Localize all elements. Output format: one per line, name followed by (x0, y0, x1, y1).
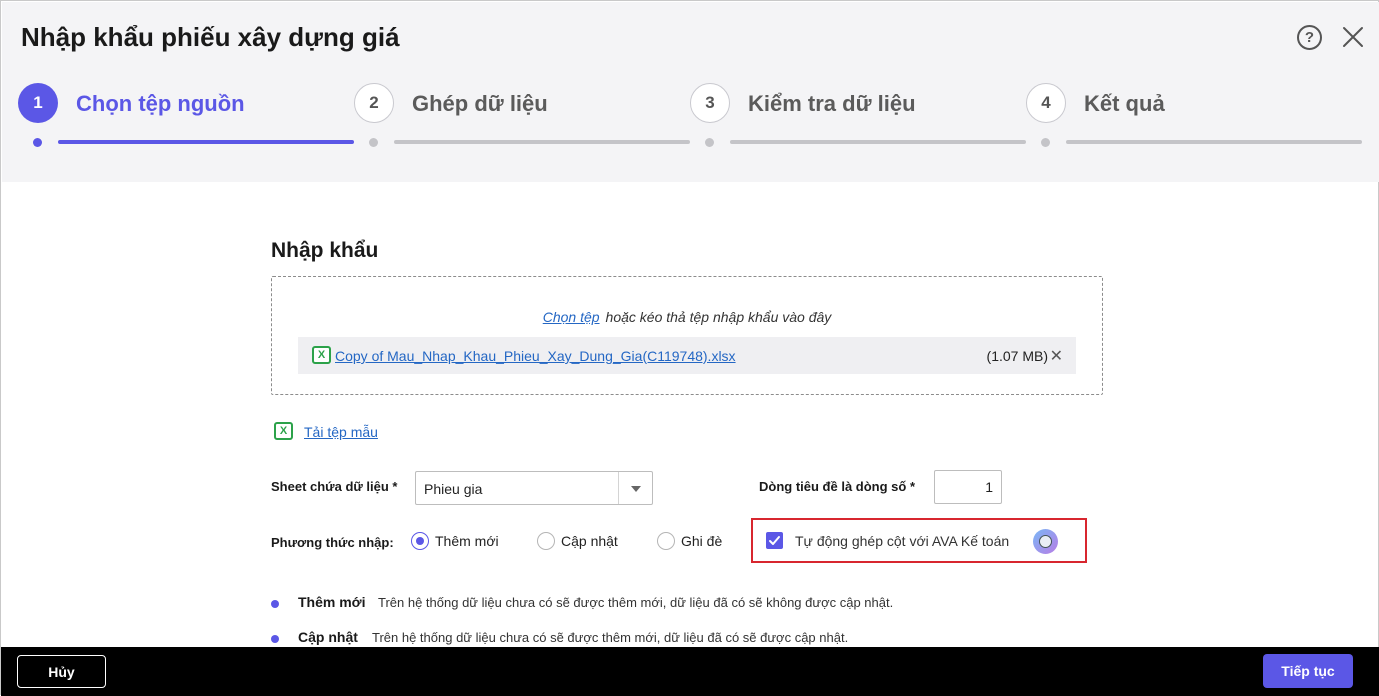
radio-label: Ghi đè (681, 533, 723, 549)
note-text-add-new: Trên hệ thống dữ liệu chưa có sẽ được th… (378, 595, 894, 610)
excel-file-icon: X (274, 422, 293, 440)
step-label: Kết quả (1084, 91, 1165, 116)
drop-hint-text: hoặc kéo thả tệp nhập khẩu vào đây (605, 309, 832, 325)
step-label: Kiểm tra dữ liệu (748, 91, 916, 116)
auto-map-highlight: Tự động ghép cột với AVA Kế toán (751, 518, 1087, 563)
step-number: 2 (354, 83, 394, 123)
step-progress-bar (58, 140, 354, 144)
dialog-header: Nhập khẩu phiếu xây dựng giá ? 1 Chọn tệ… (2, 2, 1379, 182)
cancel-button[interactable]: Hủy (17, 655, 106, 688)
file-size: (1.07 MB) (986, 348, 1048, 364)
import-dialog: Nhập khẩu phiếu xây dựng giá ? 1 Chọn tệ… (0, 0, 1379, 696)
file-name-link[interactable]: Copy of Mau_Nhap_Khau_Phieu_Xay_Dung_Gia… (335, 348, 736, 364)
import-method-label: Phương thức nhập: (271, 535, 394, 550)
excel-file-icon: X (312, 346, 331, 364)
download-template-link[interactable]: Tải tệp mẫu (304, 424, 378, 440)
radio-button[interactable] (411, 532, 429, 550)
step-number: 1 (18, 83, 58, 123)
step-label: Chọn tệp nguồn (76, 91, 245, 116)
header-row-label: Dòng tiêu đề là dòng số * (759, 479, 915, 494)
chevron-down-icon[interactable] (631, 486, 641, 492)
step-progress-bar (1066, 140, 1362, 144)
bullet-icon (271, 635, 279, 643)
step-dot (705, 138, 714, 147)
next-button[interactable]: Tiếp tục (1263, 654, 1353, 688)
radio-button[interactable] (657, 532, 675, 550)
step-progress-bar (730, 140, 1026, 144)
help-icon[interactable]: ? (1297, 25, 1322, 50)
header-row-input[interactable] (934, 470, 1002, 504)
dialog-title: Nhập khẩu phiếu xây dựng giá (21, 22, 400, 52)
step-label: Ghép dữ liệu (412, 91, 548, 116)
step-dot (369, 138, 378, 147)
sheet-select[interactable]: Phieu gia (415, 471, 653, 505)
radio-label: Cập nhật (561, 533, 618, 549)
step-dot (1041, 138, 1050, 147)
note-title-add-new: Thêm mới (298, 594, 366, 610)
selected-file-row: X Copy of Mau_Nhap_Khau_Phieu_Xay_Dung_G… (298, 337, 1076, 374)
remove-file-icon[interactable]: ✕ (1050, 346, 1063, 366)
radio-label: Thêm mới (435, 533, 499, 549)
file-dropzone[interactable]: Chọn tệp hoặc kéo thả tệp nhập khẩu vào đ… (271, 276, 1103, 395)
note-title-update: Cập nhật (298, 629, 358, 645)
drop-hint: Chọn tệp hoặc kéo thả tệp nhập khẩu vào đ… (272, 309, 1102, 325)
radio-button[interactable] (537, 532, 555, 550)
choose-file-link[interactable]: Chọn tệp (543, 309, 600, 325)
note-text-update: Trên hệ thống dữ liệu chưa có sẽ được th… (372, 630, 849, 645)
auto-map-label[interactable]: Tự động ghép cột với AVA Kế toán (795, 533, 1009, 549)
step-number: 4 (1026, 83, 1066, 123)
step-dot (33, 138, 42, 147)
dialog-footer: Hủy Tiếp tục (1, 647, 1379, 696)
step-number: 3 (690, 83, 730, 123)
select-divider (618, 472, 619, 504)
sheet-label: Sheet chứa dữ liệu * (271, 479, 398, 494)
sheet-select-value: Phieu gia (424, 481, 483, 497)
section-title: Nhập khẩu (271, 239, 379, 262)
bullet-icon (271, 600, 279, 608)
step-progress-bar (394, 140, 690, 144)
auto-map-checkbox[interactable] (766, 532, 783, 549)
close-icon[interactable] (1342, 26, 1364, 48)
ava-assistant-icon (1033, 529, 1058, 554)
